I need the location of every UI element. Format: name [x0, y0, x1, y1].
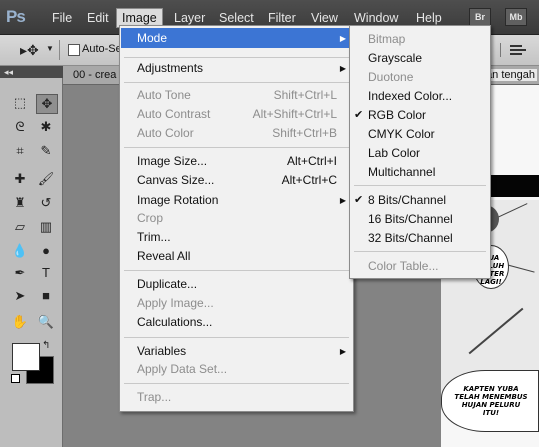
menu-item-variables[interactable]: Variables ▶	[120, 342, 353, 361]
menu-file[interactable]: File	[47, 10, 77, 27]
mode-item-16-bits[interactable]: 16 Bits/Channel	[350, 210, 490, 229]
menu-separator	[124, 57, 349, 58]
menu-separator	[124, 270, 349, 271]
mode-item-bitmap[interactable]: Bitmap	[350, 30, 490, 49]
menu-item-calculations[interactable]: Calculations...	[120, 313, 353, 332]
type-tool-icon[interactable]: T	[36, 264, 56, 282]
submenu-arrow-icon: ▶	[339, 347, 346, 356]
menu-item-auto-contrast[interactable]: Auto Contrast Alt+Shift+Ctrl+L	[120, 105, 353, 124]
menu-item-trim[interactable]: Trim...	[120, 228, 353, 247]
mode-item-grayscale[interactable]: Grayscale	[350, 49, 490, 68]
divider	[59, 40, 60, 60]
image-menu-dropdown: Mode ▶ Adjustments ▶ Auto Tone Shift+Ctr…	[119, 25, 354, 412]
menu-item-image-size[interactable]: Image Size... Alt+Ctrl+I	[120, 152, 353, 171]
magic-wand-tool-icon[interactable]: ✱	[36, 118, 56, 136]
chevron-down-icon[interactable]: ▼	[46, 44, 54, 53]
submenu-arrow-icon: ▶	[339, 64, 346, 73]
mode-submenu: Bitmap Grayscale Duotone Indexed Color..…	[349, 25, 491, 279]
bridge-button[interactable]: Br	[469, 8, 491, 26]
auto-select-checkbox[interactable]	[68, 44, 80, 56]
menu-separator	[124, 383, 349, 384]
history-brush-tool-icon[interactable]: ↺	[36, 194, 56, 212]
collapse-icon[interactable]: ◂◂	[0, 66, 66, 78]
menu-item-adjustments[interactable]: Adjustments ▶	[120, 59, 353, 78]
blur-tool-icon[interactable]: 💧	[10, 242, 30, 260]
foreground-color-swatch[interactable]	[12, 343, 40, 371]
mode-item-duotone[interactable]: Duotone	[350, 68, 490, 87]
menu-separator	[124, 337, 349, 338]
menu-separator	[124, 82, 349, 83]
move-tool-icon[interactable]: ✥	[36, 94, 58, 114]
lasso-tool-icon[interactable]: ᘓ	[10, 118, 30, 136]
mode-item-lab-color[interactable]: Lab Color	[350, 144, 490, 163]
gradient-tool-icon[interactable]: ▥	[36, 218, 56, 236]
dodge-tool-icon[interactable]: ●	[36, 242, 56, 260]
mode-item-multichannel[interactable]: Multichannel	[350, 163, 490, 182]
hand-tool-icon[interactable]: ✋	[10, 313, 30, 331]
crop-tool-icon[interactable]: ⌗	[10, 142, 30, 160]
mode-item-cmyk-color[interactable]: CMYK Color	[350, 125, 490, 144]
brush-tool-icon[interactable]: 🖌	[36, 170, 56, 188]
document-tab-label: 00 - crea	[73, 69, 117, 81]
menu-item-image-rotation[interactable]: Image Rotation ▶	[120, 191, 353, 210]
menu-separator	[124, 147, 349, 148]
menu-item-mode[interactable]: Mode ▶	[120, 29, 353, 48]
align-icon[interactable]	[500, 43, 534, 57]
healing-brush-tool-icon[interactable]: ✚	[10, 170, 30, 188]
pen-tool-icon[interactable]: ✒	[10, 264, 30, 282]
menu-edit[interactable]: Edit	[82, 10, 114, 27]
clone-stamp-tool-icon[interactable]: ♜	[10, 194, 30, 212]
menu-separator	[354, 251, 486, 252]
mode-item-32-bits[interactable]: 32 Bits/Channel	[350, 229, 490, 248]
swap-colors-icon[interactable]: ↰	[42, 340, 50, 351]
mode-item-rgb-color[interactable]: ✔ RGB Color	[350, 106, 490, 125]
auto-select-label: Auto-Se	[82, 43, 122, 55]
submenu-arrow-icon: ▶	[339, 34, 346, 43]
photoshop-logo: Ps	[6, 7, 26, 26]
eraser-tool-icon[interactable]: ▱	[10, 218, 30, 236]
menu-item-trap[interactable]: Trap...	[120, 388, 353, 407]
tools-panel: ◂◂ ⬚ ✥ ᘓ ✱ ⌗ ✎ ✚ 🖌 ♜ ↺ ▱ ▥ 💧 ● ✒ T ➤ ■ ✋…	[0, 66, 66, 447]
menu-item-apply-data-set[interactable]: Apply Data Set...	[120, 360, 353, 379]
menu-item-auto-tone[interactable]: Auto Tone Shift+Ctrl+L	[120, 86, 353, 105]
marquee-tool-icon[interactable]: ⬚	[10, 94, 30, 112]
zoom-tool-icon[interactable]: 🔍	[36, 313, 56, 331]
checkmark-icon: ✔	[354, 194, 364, 206]
path-selection-tool-icon[interactable]: ➤	[10, 287, 30, 305]
menu-item-crop[interactable]: Crop	[120, 209, 353, 228]
mini-bridge-button[interactable]: Mb	[505, 8, 527, 26]
menu-item-reveal-all[interactable]: Reveal All	[120, 247, 353, 266]
menu-item-canvas-size[interactable]: Canvas Size... Alt+Ctrl+C	[120, 171, 353, 190]
document-tab-label-right: an tengah	[484, 69, 537, 81]
rectangle-tool-icon[interactable]: ■	[36, 287, 56, 305]
menu-item-apply-image[interactable]: Apply Image...	[120, 294, 353, 313]
mode-item-indexed-color[interactable]: Indexed Color...	[350, 87, 490, 106]
menu-item-duplicate[interactable]: Duplicate...	[120, 275, 353, 294]
move-tool-icon[interactable]: ▸✥	[20, 42, 39, 59]
checkmark-icon: ✔	[354, 109, 364, 121]
mode-item-8-bits[interactable]: ✔ 8 Bits/Channel	[350, 191, 490, 210]
eyedropper-tool-icon[interactable]: ✎	[36, 142, 56, 160]
menu-item-auto-color[interactable]: Auto Color Shift+Ctrl+B	[120, 124, 353, 143]
default-colors-icon[interactable]	[11, 374, 20, 383]
speech-balloon-2: KAPTEN YUBA TELAH MENEMBUS HUJAN PELURU …	[441, 370, 539, 432]
mode-item-color-table[interactable]: Color Table...	[350, 257, 490, 276]
submenu-arrow-icon: ▶	[339, 196, 346, 205]
menu-separator	[354, 185, 486, 186]
